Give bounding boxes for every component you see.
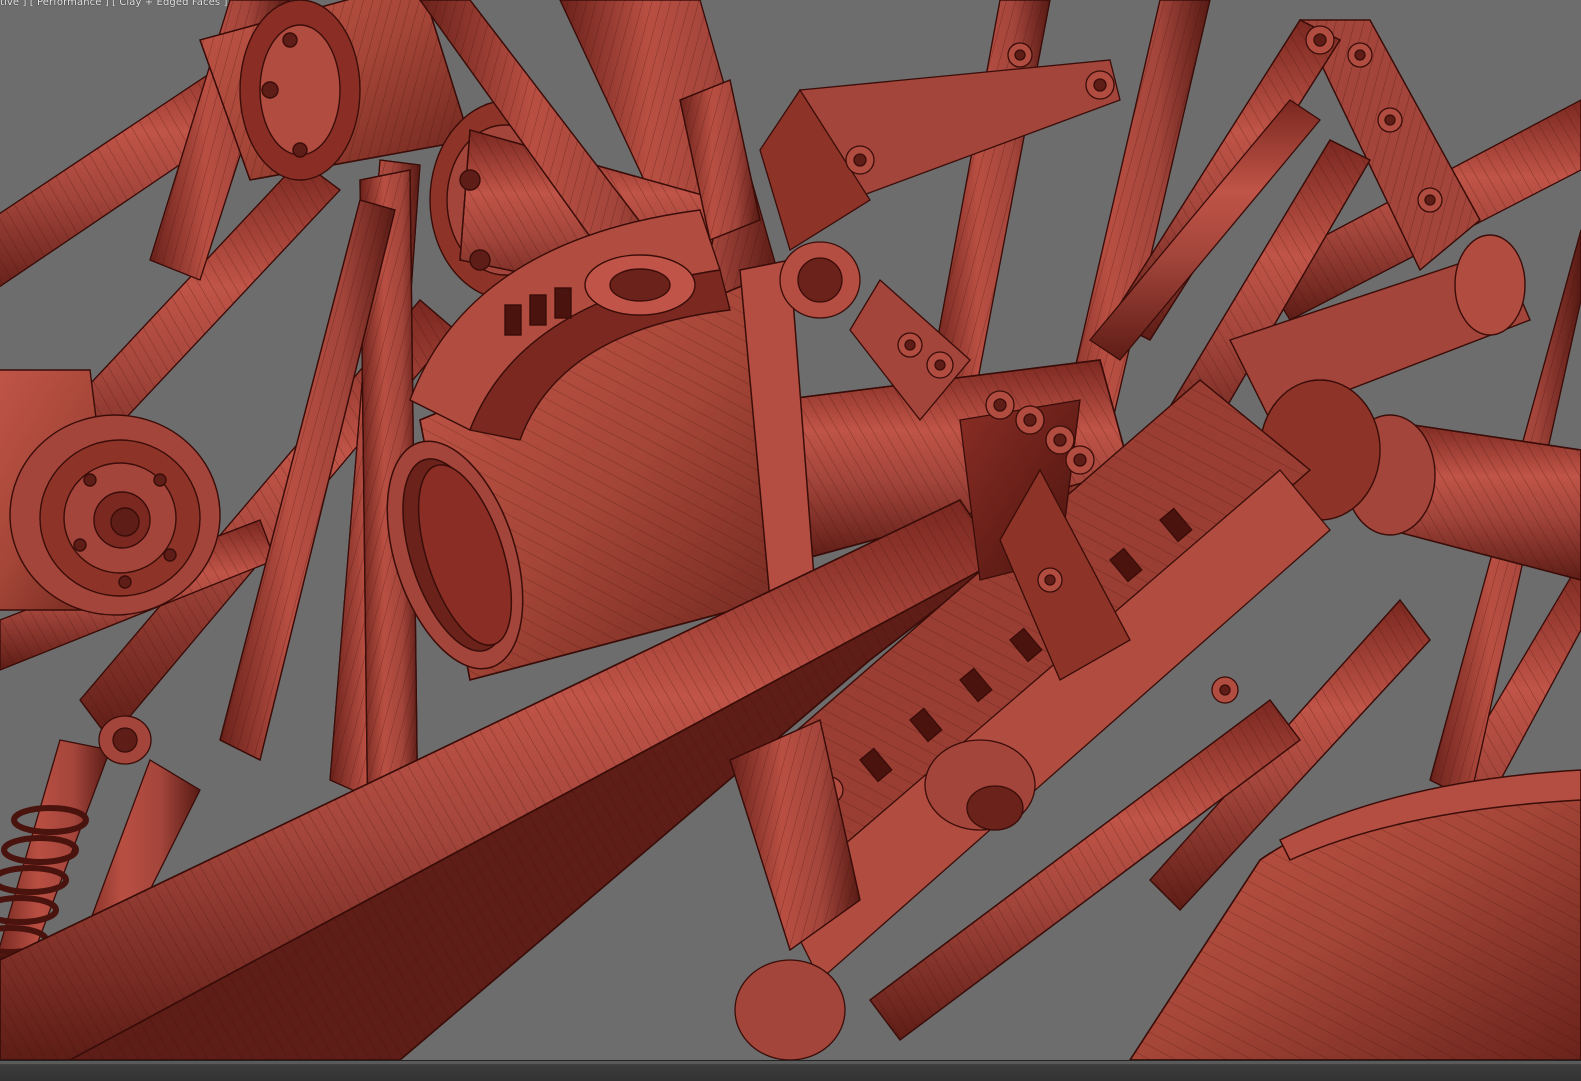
viewport-label[interactable]: tive ] [ Performance ] [ Clay + Edged Fa… [0,0,227,8]
bottom-bar-edge [0,1061,1581,1064]
scene-render[interactable] [0,0,1581,1060]
3d-viewport[interactable]: tive ] [ Performance ] [ Clay + Edged Fa… [0,0,1581,1060]
viewport-bottom-bar [0,1060,1581,1081]
